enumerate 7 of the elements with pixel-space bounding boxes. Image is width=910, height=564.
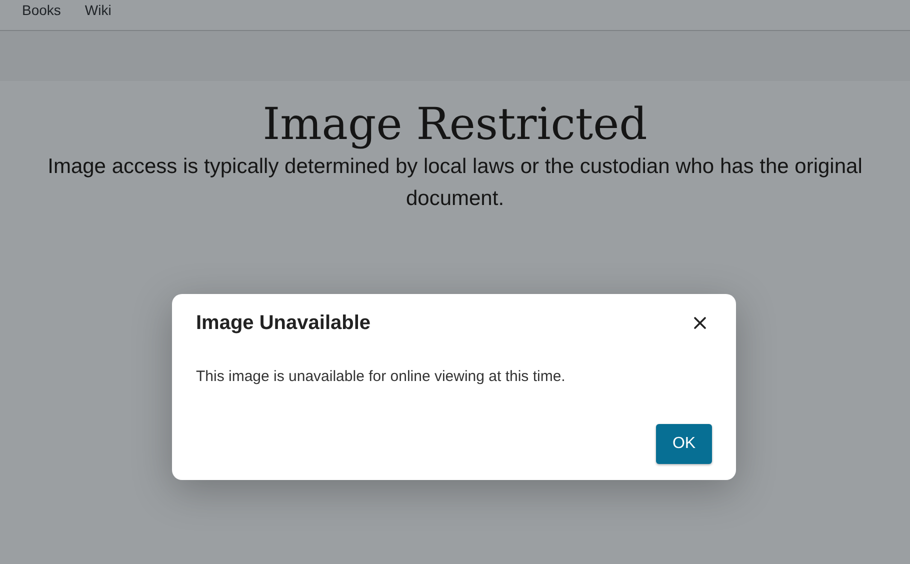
- page-title: Image Restricted: [262, 99, 648, 151]
- ok-button[interactable]: OK: [656, 424, 712, 464]
- dialog-message: This image is unavailable for online viewing at this time.: [195, 367, 566, 387]
- dialog-title: Image Unavailable: [196, 311, 371, 336]
- nav-link[interactable]: Books: [22, 0, 61, 20]
- page-description: Image access is typically determined by local laws or the custodian who has the original document.: [46, 154, 864, 212]
- nav-link[interactable]: Wiki: [84, 0, 112, 20]
